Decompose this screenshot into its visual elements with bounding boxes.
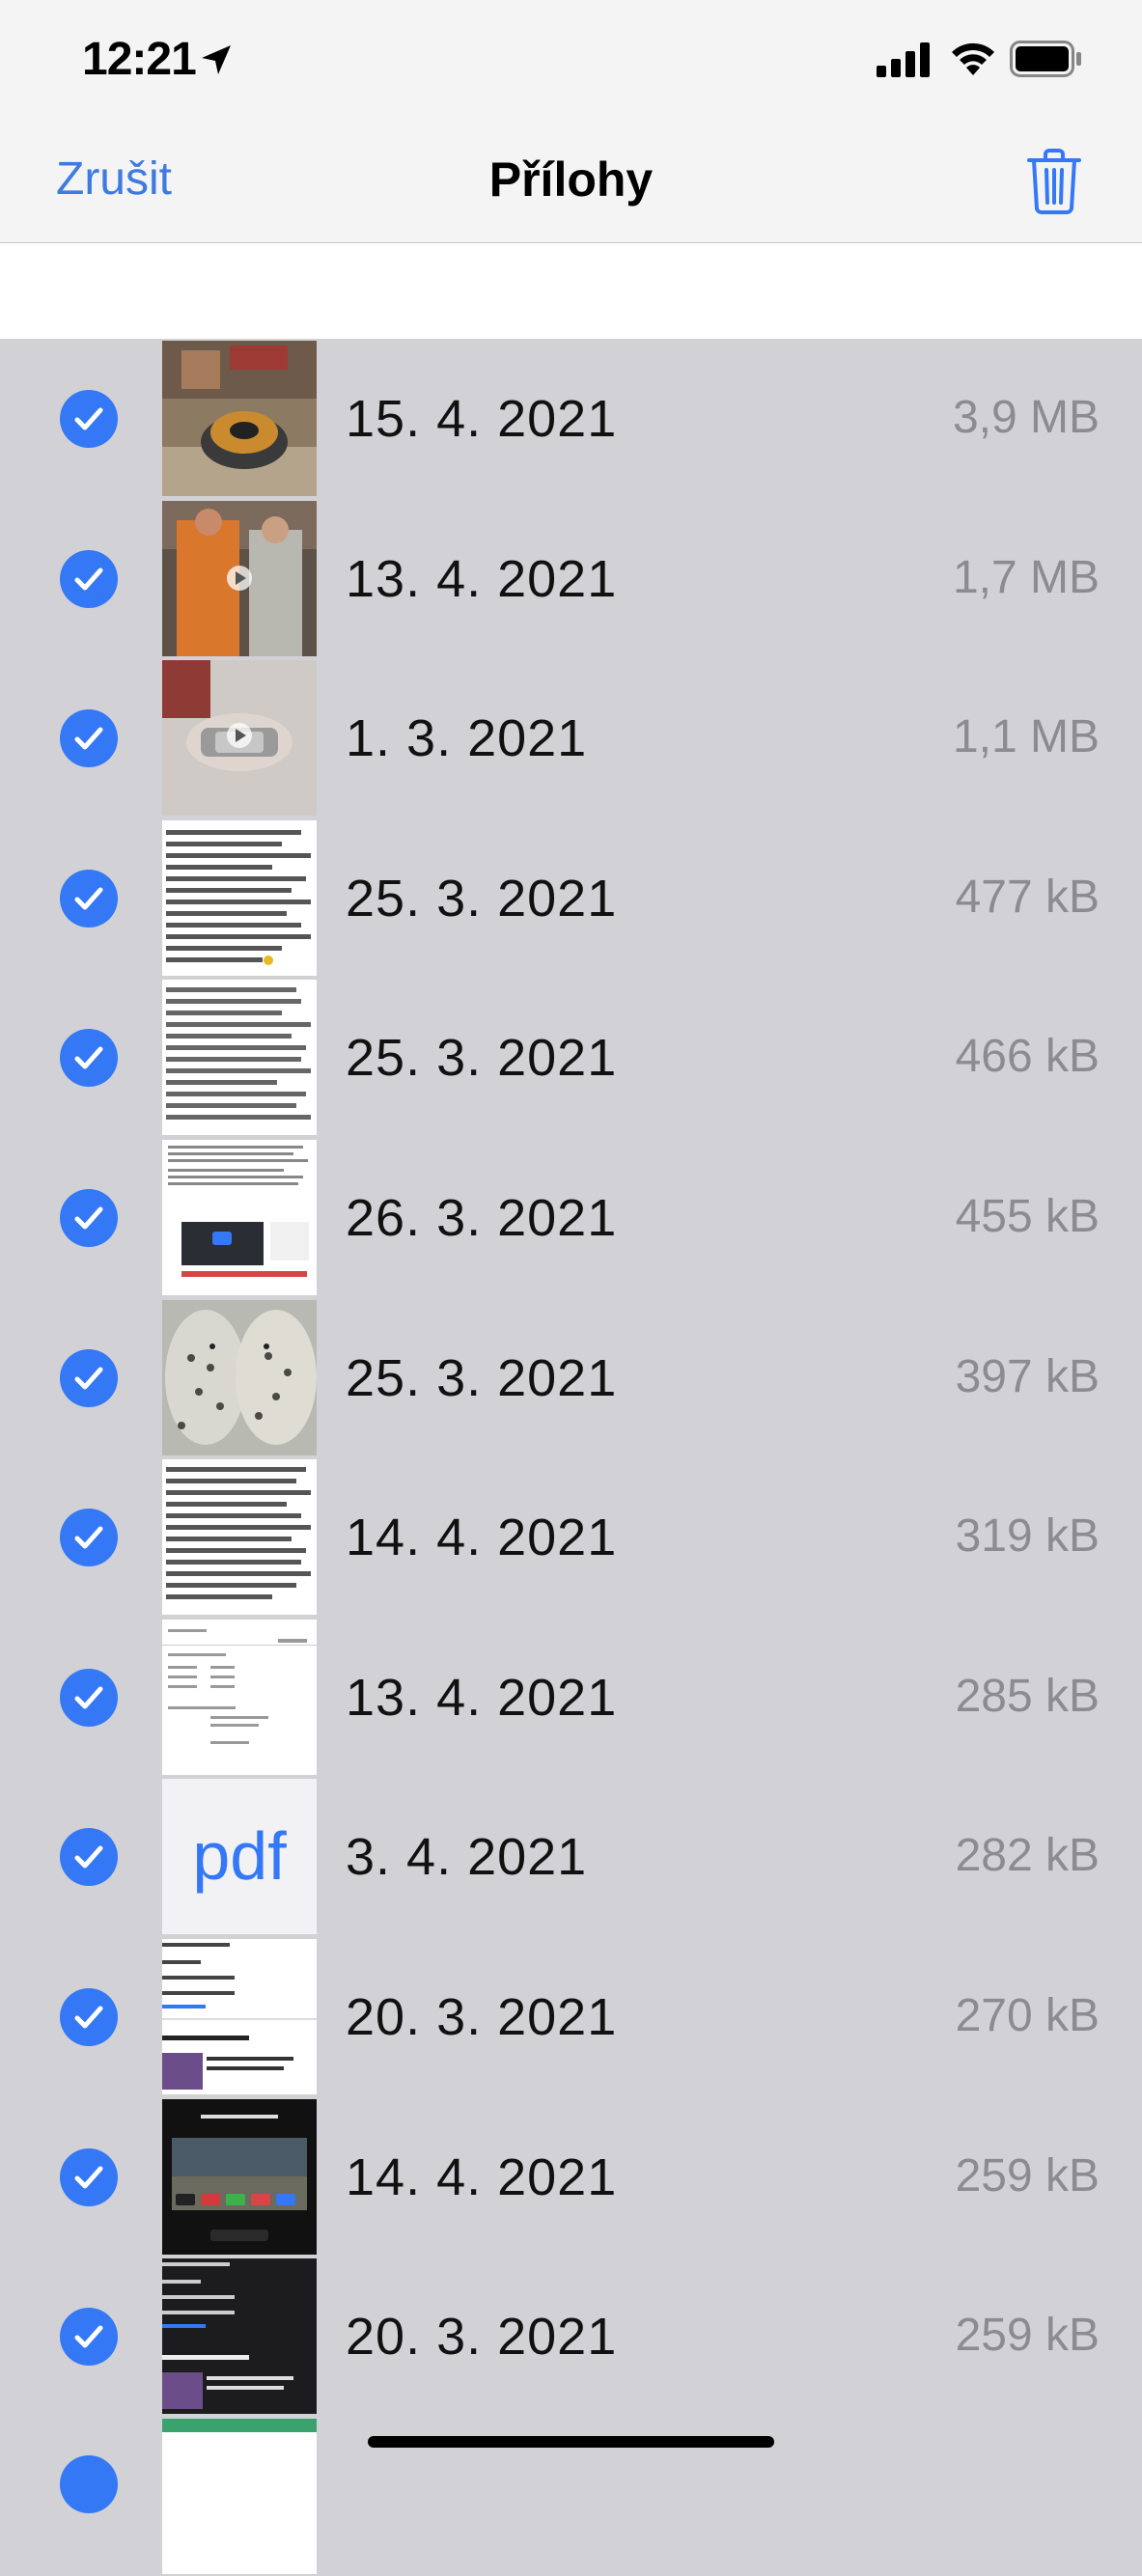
text-screenshot-thumbnail	[162, 980, 317, 1136]
apple-tv-ad-thumbnail	[162, 2098, 317, 2255]
attachment-row[interactable]: 13. 4. 2021 285 kB	[0, 1617, 1142, 1778]
attachment-size: 397 kB	[955, 1350, 1100, 1402]
attachment-size: 270 kB	[955, 1989, 1100, 2041]
attachment-row[interactable]: 15. 4. 2021 3,9 MB	[0, 339, 1142, 499]
attachment-row[interactable]: 14. 4. 2021 319 kB	[0, 1457, 1142, 1618]
checkmark-selected-icon[interactable]	[60, 1188, 118, 1247]
pdf-label: pdf	[162, 1779, 317, 1935]
stats-screenshot-thumbnail	[162, 1938, 317, 2094]
attachment-size: 259 kB	[955, 2149, 1100, 2202]
attachment-date: 20. 3. 2021	[346, 2308, 618, 2367]
stats-screenshot-thumbnail	[162, 2258, 317, 2415]
checkmark-selected-icon[interactable]	[60, 709, 118, 768]
attachment-row[interactable]: 20. 3. 2021 259 kB	[0, 2257, 1142, 2417]
attachment-date: 25. 3. 2021	[346, 1348, 618, 1407]
attachment-date: 20. 3. 2021	[346, 1987, 618, 2046]
video-thumbnail	[162, 500, 317, 656]
page-title: Přílohy	[488, 152, 654, 207]
checkmark-selected-icon[interactable]	[60, 2454, 118, 2513]
attachment-size: 1,1 MB	[952, 711, 1100, 763]
attachment-row[interactable]: 25. 3. 2021 477 kB	[0, 817, 1142, 979]
attachment-size: 259 kB	[955, 2310, 1100, 2362]
home-indicator[interactable]	[368, 2436, 774, 2448]
attachment-row[interactable]: pdf 3. 4. 2021 282 kB	[0, 1777, 1142, 1937]
attachment-size: 466 kB	[955, 1031, 1100, 1083]
attachment-row[interactable]: 25. 3. 2021 466 kB	[0, 978, 1142, 1138]
video-thumbnail	[162, 660, 317, 817]
checkmark-selected-icon[interactable]	[60, 1348, 118, 1407]
attachment-row[interactable]: 13. 4. 2021 1,7 MB	[0, 498, 1142, 659]
list-header-spacer	[0, 243, 1142, 339]
photo-thumbnail	[162, 1299, 317, 1455]
navigation-bar: Zrušit Přílohy	[0, 125, 1142, 243]
attachment-size: 282 kB	[955, 1830, 1100, 1882]
checkmark-selected-icon[interactable]	[60, 1828, 118, 1887]
attachment-size: 1,7 MB	[952, 551, 1100, 603]
checkmark-selected-icon[interactable]	[60, 390, 118, 448]
checkmark-selected-icon[interactable]	[60, 1029, 118, 1088]
photo-thumbnail	[162, 341, 317, 496]
attachment-row[interactable]: 26. 3. 2021 455 kB	[0, 1137, 1142, 1298]
status-time: 12:21	[82, 34, 197, 85]
attachment-size: 455 kB	[955, 1190, 1100, 1242]
checkmark-selected-icon[interactable]	[60, 869, 118, 928]
attachment-date: 14. 4. 2021	[346, 1509, 618, 1567]
attachment-row[interactable]: 1. 3. 2021 1,1 MB	[0, 658, 1142, 818]
attachment-size: 3,9 MB	[952, 392, 1100, 443]
attachment-size: 285 kB	[955, 1670, 1100, 1722]
text-screenshot-thumbnail	[162, 819, 317, 976]
attachment-list: 15. 4. 2021 3,9 MB 13. 4. 2021 1,7 MB 1.…	[0, 339, 1142, 2576]
photo-thumbnail	[162, 2418, 317, 2574]
location-arrow-icon	[202, 45, 231, 74]
battery-icon	[1010, 41, 1081, 77]
checkmark-selected-icon[interactable]	[60, 2308, 118, 2367]
text-screenshot-thumbnail	[162, 1459, 317, 1616]
attachment-date: 3. 4. 2021	[346, 1828, 588, 1887]
attachment-row[interactable]: 20. 3. 2021 270 kB	[0, 1936, 1142, 2097]
attachment-size: 319 kB	[955, 1510, 1100, 1563]
checkmark-selected-icon[interactable]	[60, 1668, 118, 1727]
attachment-date: 13. 4. 2021	[346, 1668, 618, 1727]
document-screenshot-thumbnail	[162, 1619, 317, 1775]
wifi-icon	[952, 42, 994, 75]
attachment-row[interactable]: 25. 3. 2021 397 kB	[0, 1297, 1142, 1458]
attachment-date: 13. 4. 2021	[346, 549, 618, 608]
attachment-date: 25. 3. 2021	[346, 1029, 618, 1088]
attachment-date: 25. 3. 2021	[346, 869, 618, 928]
attachment-date: 15. 4. 2021	[346, 390, 618, 448]
checkmark-selected-icon[interactable]	[60, 549, 118, 608]
attachment-date: 1. 3. 2021	[346, 709, 588, 768]
cellular-signal-icon	[877, 42, 930, 77]
checkmark-selected-icon[interactable]	[60, 1509, 118, 1567]
checkmark-selected-icon[interactable]	[60, 2147, 118, 2206]
trash-icon[interactable]	[1025, 147, 1083, 216]
checkmark-selected-icon[interactable]	[60, 1987, 118, 2046]
web-screenshot-thumbnail	[162, 1139, 317, 1295]
pdf-thumbnail: pdf	[162, 1779, 317, 1935]
attachment-row[interactable]: 14. 4. 2021 259 kB	[0, 2096, 1142, 2257]
attachment-size: 477 kB	[955, 871, 1100, 923]
attachment-date: 14. 4. 2021	[346, 2147, 618, 2206]
attachment-date: 26. 3. 2021	[346, 1188, 618, 1247]
status-bar: 12:21	[0, 0, 1142, 125]
